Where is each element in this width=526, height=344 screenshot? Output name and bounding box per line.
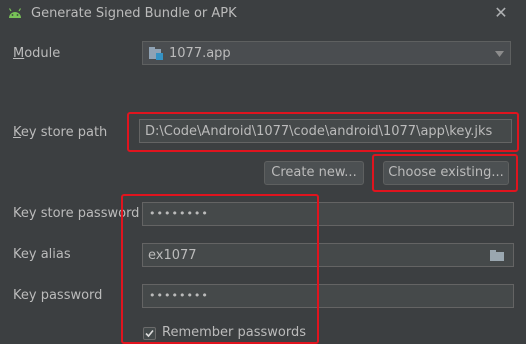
keystore-path-label-text: ey store path xyxy=(20,125,108,140)
android-icon xyxy=(8,8,22,18)
key-password-value: •••••••• xyxy=(149,289,209,302)
title-bar: Generate Signed Bundle or APK ✕ xyxy=(0,0,526,30)
key-alias-label-text: Key alias xyxy=(13,247,71,262)
keystore-password-value: •••••••• xyxy=(149,207,209,220)
module-label-text: odule xyxy=(24,46,61,61)
module-select[interactable]: 1077.app xyxy=(142,41,511,65)
key-alias-value: ex1077 xyxy=(148,248,197,263)
close-icon[interactable]: ✕ xyxy=(492,3,510,23)
key-alias-label: Key alias xyxy=(13,247,71,262)
keystore-path-input[interactable]: D:\Code\Android\1077\code\android\1077\a… xyxy=(139,119,512,143)
remember-passwords-label[interactable]: Remember passwords xyxy=(162,325,306,340)
create-new-label: Create new... xyxy=(271,165,357,180)
keystore-path-label: Key store path xyxy=(13,125,108,140)
module-folder-icon xyxy=(149,47,163,60)
key-password-input[interactable]: •••••••• xyxy=(142,284,514,308)
keystore-password-input[interactable]: •••••••• xyxy=(142,202,514,226)
key-password-label: Key password xyxy=(13,288,103,303)
choose-existing-label: Choose existing... xyxy=(388,165,504,180)
keystore-path-value: D:\Code\Android\1077\code\android\1077\a… xyxy=(145,124,493,139)
remember-passwords-checkbox[interactable] xyxy=(143,327,156,340)
create-new-button[interactable]: Create new... xyxy=(264,161,364,185)
keystore-password-label: Key store password xyxy=(13,206,140,221)
chevron-down-icon xyxy=(495,51,504,57)
folder-icon[interactable] xyxy=(490,250,504,261)
module-label: Module xyxy=(13,46,61,61)
key-alias-input[interactable]: ex1077 xyxy=(142,243,514,267)
module-value: 1077.app xyxy=(169,46,231,61)
checkmark-icon xyxy=(145,329,154,338)
choose-existing-button[interactable]: Choose existing... xyxy=(383,161,509,185)
window-title: Generate Signed Bundle or APK xyxy=(31,6,237,21)
